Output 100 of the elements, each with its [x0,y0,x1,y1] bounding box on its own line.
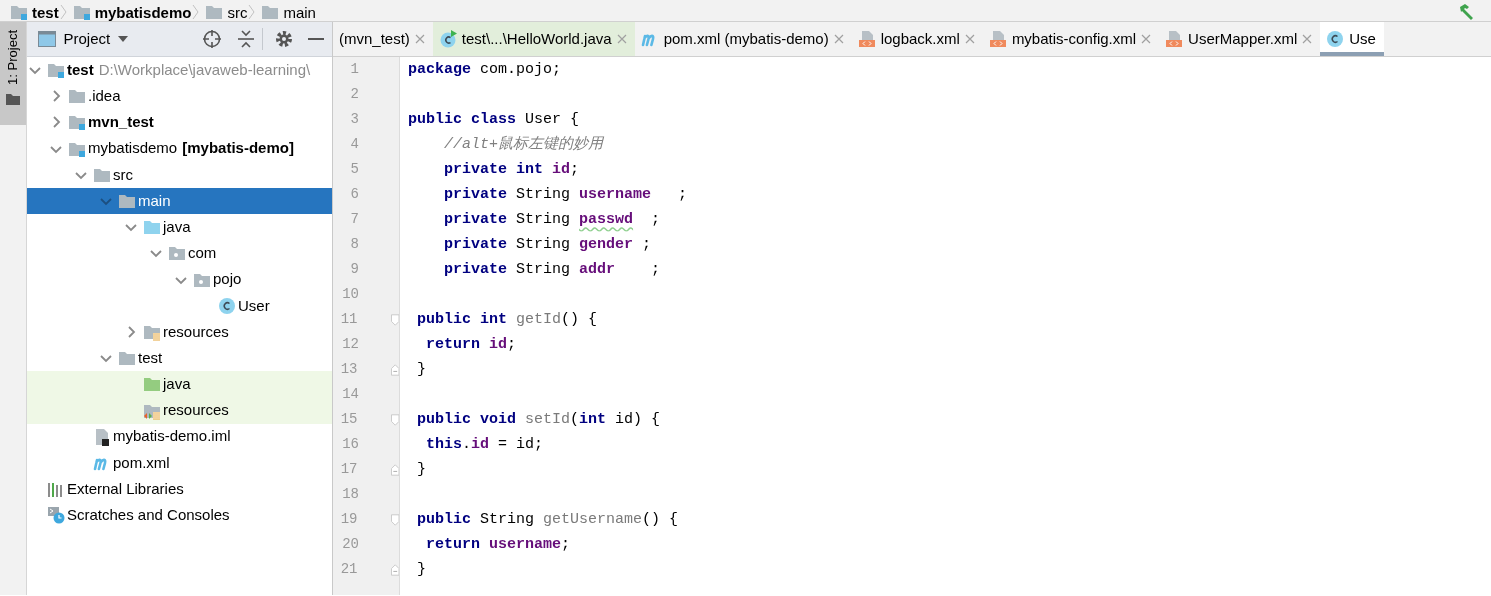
folder-icon [6,92,20,105]
scratch-file-icon [47,506,65,525]
folder-icon [168,244,186,263]
line-number: 6 [349,185,359,204]
line-number: 20 [341,535,359,554]
item-label: .idea [88,86,121,107]
tree-item[interactable]: java [27,214,332,241]
editor-tab[interactable]: (mvn_test) [333,22,433,56]
caret-icon [117,36,128,42]
line-number: 8 [349,235,359,254]
item-label: src [113,164,133,185]
tree-item[interactable]: test [27,345,332,372]
code-line: } [416,360,427,380]
xml-file-icon [988,30,1007,48]
line-number: 10 [341,285,359,304]
code-line: private int id; [443,160,581,180]
editor-tab[interactable]: logback.xml [851,22,983,56]
item-label: mybatisdemo [88,138,178,159]
item-label: test [67,59,94,80]
code-line: public class User { [408,110,581,130]
breadcrumb-item[interactable]: src [227,4,248,20]
line-number: 9 [349,260,359,279]
tree-item[interactable]: mybatisdemo [mybatis-demo] [27,135,332,162]
close-icon [964,34,975,44]
tree-item[interactable]: main [27,187,332,215]
fold-icon [390,513,399,526]
class-icon [1326,30,1345,48]
item-label: mybatis-demo.iml [113,426,231,447]
folder-icon [68,113,86,132]
breadcrumb-item[interactable]: main [283,4,316,20]
editor-tab[interactable]: mybatis-config.xml [982,22,1160,56]
tree-item[interactable]: src [27,161,332,188]
code-line: private String username ; [443,185,688,205]
code-line: public int getId() { [416,310,599,330]
code-line: private String gender ; [443,235,653,255]
code-line: } [416,460,427,480]
tree-item[interactable]: User [27,292,332,319]
line-number: 4 [349,135,359,154]
item-label: java [163,374,191,395]
breadcrumb-item[interactable]: test [32,4,59,20]
code-line: public void setId(int id) { [416,410,662,430]
tree-item[interactable]: resources [27,397,332,424]
folder-icon [10,3,28,21]
code-line: } [416,560,427,580]
collapse-icon [236,29,255,49]
item-label: java [163,216,191,237]
code-line: private String passwd ; [443,210,662,230]
folder-icon [118,349,136,368]
fold-icon [390,563,399,576]
xml-file-icon [1165,30,1184,48]
line-number: 21 [339,560,358,579]
editor-tab[interactable]: test\...\HelloWorld.java [432,22,635,56]
code-line: private String addr ; [443,260,662,280]
item-label: External Libraries [67,478,184,499]
item-label: resources [163,400,229,421]
panel-title[interactable]: Project [63,27,111,51]
chevron-icon [58,3,69,21]
folder-icon [143,218,161,237]
item-label: resources [163,321,229,342]
hammer-icon [1458,3,1476,21]
class-icon [218,296,236,315]
line-number: 16 [341,435,359,454]
tree-item[interactable]: mybatis-demo.iml [27,423,332,450]
item-label: pojo [213,269,242,290]
folder-icon [118,192,136,211]
tree-item[interactable]: pom.xml [27,449,332,476]
breadcrumb-item[interactable]: mybatisdemo [94,4,192,20]
editor-tab[interactable]: UserMapper.xml [1159,22,1321,56]
fold-icon [390,463,399,476]
tree-item[interactable]: mvn_test [27,109,332,136]
tree-item[interactable]: pojo [27,266,332,293]
tree-item[interactable]: java [27,371,332,398]
line-number: 13 [339,360,358,379]
line-number: 1 [349,60,359,79]
folder-icon [68,87,86,106]
line-number: 18 [341,485,359,504]
editor-tab[interactable]: pom.xml (mybatis-demo) [634,22,852,56]
tree-item[interactable]: test D:\Workplace\javaweb-learning\ [27,57,332,84]
fold-icon [390,413,399,426]
folder-icon [47,61,65,80]
class-icon [438,30,457,48]
tree-item[interactable]: External Libraries [27,476,332,503]
xml-file-icon [857,30,876,48]
item-label: Scratches and Consoles [67,505,230,526]
line-number: 11 [339,310,358,329]
tree-item[interactable]: Scratches and Consoles [27,502,332,529]
tree-item[interactable]: .idea [27,83,332,110]
line-number: 12 [341,335,359,354]
close-icon [1141,34,1152,44]
code-line: return id; [425,335,518,355]
editor-tab[interactable]: Use [1320,22,1384,56]
close-icon [616,34,627,44]
item-label: test [138,347,163,368]
item-label: com [188,243,217,264]
window-icon [38,31,56,47]
item-label: mvn_test [88,112,154,133]
side-tab[interactable]: 1: Project [0,22,26,125]
tree-item[interactable]: com [27,240,332,267]
line-number: 15 [339,410,358,429]
tree-item[interactable]: resources [27,318,332,346]
